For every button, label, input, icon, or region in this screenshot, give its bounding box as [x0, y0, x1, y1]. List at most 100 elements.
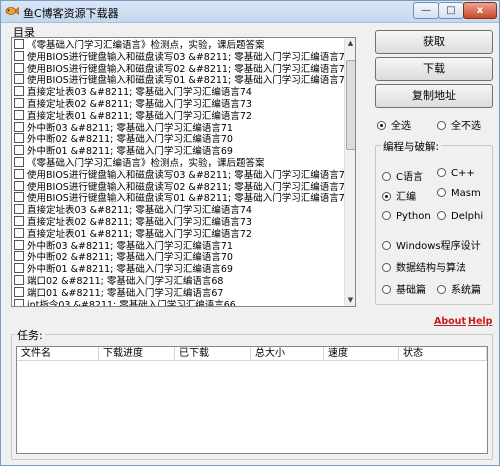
copy-address-button[interactable]: 复制地址	[375, 84, 493, 108]
checkbox-icon[interactable]	[14, 39, 24, 49]
checkbox-icon[interactable]	[14, 274, 24, 285]
column-header[interactable]: 已下载	[175, 347, 251, 361]
checkbox-icon[interactable]	[14, 133, 24, 144]
checkbox-icon[interactable]	[14, 86, 24, 97]
scroll-thumb[interactable]	[346, 60, 355, 150]
close-button[interactable]: x	[463, 2, 497, 19]
task-table[interactable]: 文件名 下载进度 已下载 总大小 速度 状态	[16, 346, 488, 454]
category-option-label: Windows程序设计	[396, 241, 481, 252]
list-item[interactable]: int指令03 &#8211; 零基础入门学习汇编语言66	[12, 298, 344, 306]
category-option[interactable]: C语言	[382, 168, 423, 183]
list-item[interactable]: 使用BIOS进行键盘输入和磁盘读写03 &#8211; 零基础入门学习汇编语言7	[12, 50, 344, 63]
column-header[interactable]: 速度	[324, 347, 399, 361]
category-option[interactable]: Delphi	[437, 211, 483, 222]
list-item-label: 《零基础入门学习汇编语言》检测点，实验，课后题答案	[27, 40, 265, 51]
category-option[interactable]: 系统篇	[437, 281, 481, 296]
column-header[interactable]: 下载进度	[99, 347, 175, 361]
checkbox-icon[interactable]	[14, 50, 24, 61]
about-link[interactable]: About	[434, 316, 466, 327]
list-item[interactable]: 直接定址表01 &#8211; 零基础入门学习汇编语言72	[12, 227, 344, 240]
scroll-down-icon[interactable]: ▼	[345, 295, 355, 306]
list-item-label: 外中断02 &#8211; 零基础入门学习汇编语言70	[27, 252, 233, 264]
catalog-list[interactable]: 《零基础入门学习汇编语言》检测点，实验，课后题答案 使用BIOS进行键盘输入和磁盘…	[11, 37, 356, 307]
category-option[interactable]: 数据结构与算法	[382, 259, 466, 274]
column-header[interactable]: 总大小	[251, 347, 324, 361]
catalog-scrollbar[interactable]: ▲ ▼	[344, 38, 355, 306]
list-item-label: 使用BIOS进行键盘输入和磁盘读写02 &#8211; 零基础入门学习汇编语言7	[27, 181, 344, 193]
category-option-label: 汇编	[396, 192, 416, 203]
category-title: 编程与破解:	[381, 139, 442, 154]
category-option[interactable]: 基础篇	[382, 281, 426, 296]
category-option[interactable]: Python	[382, 211, 431, 222]
list-item[interactable]: 外中断01 &#8211; 零基础入门学习汇编语言69	[12, 263, 344, 275]
list-item-label: 使用BIOS进行键盘输入和磁盘读写02 &#8211; 零基础入门学习汇编语言7	[27, 63, 344, 75]
checkbox-icon[interactable]	[14, 298, 24, 306]
checkbox-icon[interactable]	[14, 227, 24, 238]
list-item[interactable]: 直接定址表02 &#8211; 零基础入门学习汇编语言73	[12, 97, 344, 110]
list-item-label: 使用BIOS进行键盘输入和磁盘读写01 &#8211; 零基础入门学习汇编语言7	[27, 75, 344, 87]
list-item[interactable]: 直接定址表03 &#8211; 零基础入门学习汇编语言74	[12, 204, 344, 216]
checkbox-icon[interactable]	[14, 286, 24, 297]
list-item[interactable]: 外中断03 &#8211; 零基础入门学习汇编语言71	[12, 239, 344, 251]
list-item-label: 外中断01 &#8211; 零基础入门学习汇编语言69	[27, 264, 233, 275]
checkbox-icon[interactable]	[14, 145, 24, 156]
select-all-label: 全选	[391, 121, 411, 132]
category-option[interactable]: Masm	[437, 188, 481, 199]
category-option[interactable]: 汇编	[382, 188, 416, 203]
category-option[interactable]: C++	[437, 168, 475, 179]
select-none-radio[interactable]: 全不选	[437, 117, 481, 132]
radio-icon	[437, 168, 446, 177]
download-button[interactable]: 下载	[375, 57, 493, 81]
list-item-label: 端口02 &#8211; 零基础入门学习汇编语言68	[27, 275, 224, 287]
list-item[interactable]: 端口02 &#8211; 零基础入门学习汇编语言68	[12, 274, 344, 287]
checkbox-icon[interactable]	[14, 62, 24, 73]
radio-icon	[382, 263, 391, 272]
checkbox-icon[interactable]	[14, 168, 24, 179]
checkbox-icon[interactable]	[14, 239, 24, 250]
list-item[interactable]: 直接定址表03 &#8211; 零基础入门学习汇编语言74	[12, 86, 344, 98]
checkbox-icon[interactable]	[14, 215, 24, 226]
select-all-radio[interactable]: 全选	[377, 117, 411, 132]
category-option-label: 系统篇	[451, 285, 481, 296]
list-item[interactable]: 外中断02 &#8211; 零基础入门学习汇编语言70	[12, 133, 344, 145]
list-item[interactable]: 外中断01 &#8211; 零基础入门学习汇编语言69	[12, 145, 344, 157]
list-item[interactable]: 使用BIOS进行键盘输入和磁盘读写01 &#8211; 零基础入门学习汇编语言7	[12, 192, 344, 204]
list-item[interactable]: 使用BIOS进行键盘输入和磁盘读写02 &#8211; 零基础入门学习汇编语言7	[12, 62, 344, 75]
list-item[interactable]: 直接定址表02 &#8211; 零基础入门学习汇编语言73	[12, 215, 344, 228]
list-item[interactable]: 使用BIOS进行键盘输入和磁盘读写01 &#8211; 零基础入门学习汇编语言7	[12, 74, 344, 86]
title-bar[interactable]: 鱼C博客资源下载器 — □ x	[1, 1, 499, 23]
checkbox-icon[interactable]	[14, 74, 24, 85]
list-item-label: 直接定址表03 &#8211; 零基础入门学习汇编语言74	[27, 87, 252, 98]
list-item[interactable]: 外中断02 &#8211; 零基础入门学习汇编语言70	[12, 251, 344, 263]
checkbox-icon[interactable]	[14, 109, 24, 120]
checkbox-icon[interactable]	[14, 180, 24, 191]
checkbox-icon[interactable]	[14, 156, 24, 167]
list-item[interactable]: 使用BIOS进行键盘输入和磁盘读写03 &#8211; 零基础入门学习汇编语言7	[12, 168, 344, 181]
column-header[interactable]: 状态	[399, 347, 487, 361]
list-item[interactable]: 《零基础入门学习汇编语言》检测点，实验，课后题答案	[12, 156, 344, 169]
list-item[interactable]: 《零基础入门学习汇编语言》检测点，实验，课后题答案	[12, 39, 344, 51]
checkbox-icon[interactable]	[14, 204, 24, 215]
list-item-label: 直接定址表01 &#8211; 零基础入门学习汇编语言72	[27, 110, 252, 122]
fetch-button[interactable]: 获取	[375, 30, 493, 54]
checkbox-icon[interactable]	[14, 251, 24, 262]
list-item[interactable]: 外中断03 &#8211; 零基础入门学习汇编语言71	[12, 121, 344, 133]
list-item[interactable]: 直接定址表01 &#8211; 零基础入门学习汇编语言72	[12, 109, 344, 122]
checkbox-icon[interactable]	[14, 263, 24, 274]
list-item-label: 使用BIOS进行键盘输入和磁盘读写01 &#8211; 零基础入门学习汇编语言7	[27, 193, 344, 205]
list-item-label: 外中断02 &#8211; 零基础入门学习汇编语言70	[27, 134, 233, 146]
checkbox-icon[interactable]	[14, 121, 24, 132]
list-item-label: 直接定址表03 &#8211; 零基础入门学习汇编语言74	[27, 205, 252, 216]
checkbox-icon[interactable]	[14, 97, 24, 108]
radio-icon	[382, 241, 391, 250]
checkbox-icon[interactable]	[14, 192, 24, 203]
scroll-up-icon[interactable]: ▲	[345, 38, 355, 49]
list-item-label: 直接定址表01 &#8211; 零基础入门学习汇编语言72	[27, 228, 252, 240]
category-option[interactable]: Windows程序设计	[382, 237, 481, 252]
list-item[interactable]: 使用BIOS进行键盘输入和磁盘读写02 &#8211; 零基础入门学习汇编语言7	[12, 180, 344, 193]
column-header[interactable]: 文件名	[17, 347, 99, 361]
help-link[interactable]: Help	[468, 316, 492, 327]
maximize-button[interactable]: □	[438, 2, 464, 19]
list-item[interactable]: 端口01 &#8211; 零基础入门学习汇编语言67	[12, 286, 344, 299]
minimize-button[interactable]: —	[413, 2, 439, 19]
